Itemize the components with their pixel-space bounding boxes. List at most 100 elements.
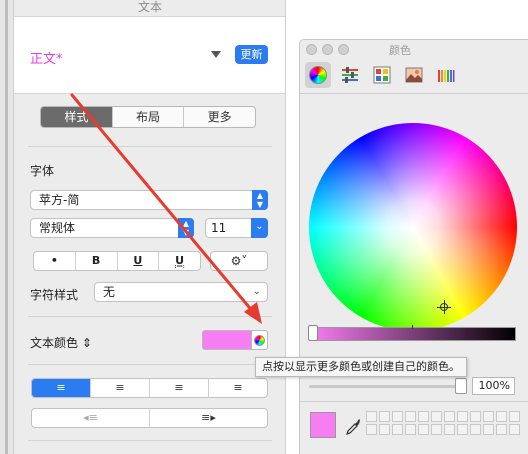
font-typeface-value: 常规体 [39, 221, 76, 235]
align-justify-button[interactable]: ≡ [208, 379, 267, 397]
color-swatches-grid [366, 411, 520, 435]
bullet-button[interactable]: • [34, 252, 75, 270]
char-style-select[interactable]: 无 ⌄ [94, 282, 268, 302]
chevron-down-icon[interactable] [211, 51, 221, 58]
swatch-slot[interactable] [418, 424, 429, 435]
divider [28, 440, 272, 441]
font-family-select[interactable]: 苹方-简 ▲ ▼ [30, 190, 268, 210]
sliders-icon [342, 67, 358, 83]
updown-arrows-icon: ▲ ▼ [178, 218, 194, 238]
opacity-slider[interactable] [309, 385, 465, 388]
tool-color-wheel[interactable] [305, 62, 331, 88]
color-wheel-area [300, 95, 528, 395]
text-format-buttons: • B U U̲ [33, 251, 201, 271]
align-center-button[interactable]: ≡ [90, 379, 149, 397]
divider [28, 316, 272, 317]
font-size-field[interactable]: 11 ⌄ [205, 218, 268, 238]
divider [28, 364, 272, 365]
colors-titlebar[interactable]: 颜色 [300, 40, 528, 58]
swatch-slot[interactable] [392, 424, 403, 435]
color-wheel-button[interactable] [252, 330, 268, 350]
brightness-slider[interactable] [309, 327, 516, 341]
brightness-tick [412, 325, 413, 329]
eyedropper-icon[interactable] [345, 416, 361, 436]
font-size-value: 11 [211, 221, 227, 235]
divider [28, 146, 272, 147]
swatch-slot[interactable] [470, 411, 481, 422]
colors-window: 颜色 100% [299, 39, 528, 454]
colors-window-title: 颜色 [389, 44, 411, 57]
char-style-label: 字符样式 [30, 288, 79, 302]
tool-pencils[interactable] [433, 62, 459, 88]
bold-button[interactable]: B [74, 252, 117, 270]
paragraph-style-area: 正文* 更新 [14, 16, 285, 94]
inspector-tabs: 样式 布局 更多 [40, 106, 256, 128]
tool-palettes[interactable] [369, 62, 395, 88]
swatch-slot[interactable] [379, 411, 390, 422]
indent-buttons: ◂≡ ≡▸ [31, 408, 268, 428]
text-inspector-panel: 文本 正文* 更新 样式 布局 更多 字体 苹方-简 ▲ ▼ 常规体 ▲ ▼ 11 … [14, 0, 286, 454]
char-style-value: 无 [103, 285, 116, 299]
swatch-slot[interactable] [509, 424, 520, 435]
tab-more[interactable]: 更多 [183, 107, 255, 127]
font-family-value: 苹方-简 [39, 193, 80, 207]
current-color-swatch[interactable] [310, 412, 336, 438]
tab-style[interactable]: 样式 [41, 107, 112, 127]
colors-bottom-bar [300, 401, 528, 454]
swatch-slot[interactable] [496, 411, 507, 422]
swatch-slot[interactable] [431, 411, 442, 422]
increase-indent-button[interactable]: ≡▸ [149, 409, 267, 427]
text-color-swatch[interactable] [202, 330, 252, 350]
scrollbar-track[interactable] [5, 0, 8, 454]
opacity-field[interactable]: 100% [472, 377, 515, 395]
swatch-slot[interactable] [392, 411, 403, 422]
image-palettes-icon [405, 67, 423, 83]
window-left-edge [0, 0, 14, 454]
chevron-down-icon: ⌄ [251, 218, 268, 238]
color-wheel-tooltip: 点按以显示更多颜色或创建自己的颜色。 [255, 357, 467, 377]
align-right-button[interactable]: ≡ [149, 379, 208, 397]
brightness-slider-knob[interactable] [308, 325, 318, 341]
updown-arrows-icon: ▲ ▼ [252, 190, 268, 210]
double-underline-button[interactable]: U̲ [158, 252, 200, 270]
swatch-slot[interactable] [418, 411, 429, 422]
gear-icon: ⚙︎˅ [230, 254, 248, 268]
tool-image-palettes[interactable] [401, 62, 427, 88]
swatch-slot[interactable] [470, 424, 481, 435]
swatch-slot[interactable] [405, 424, 416, 435]
swatch-slot[interactable] [444, 411, 455, 422]
underline-button[interactable]: U [116, 252, 159, 270]
swatch-slot[interactable] [483, 424, 494, 435]
crosshair-icon[interactable] [437, 300, 451, 314]
opacity-row: 100% [300, 374, 528, 398]
swatch-slot[interactable] [457, 411, 468, 422]
font-typeface-select[interactable]: 常规体 ▲ ▼ [30, 218, 194, 238]
tab-layout[interactable]: 布局 [111, 107, 184, 127]
update-style-button[interactable]: 更新 [235, 45, 268, 64]
font-section-label: 字体 [30, 164, 55, 178]
tool-sliders[interactable] [337, 62, 363, 88]
inspector-title: 文本 [137, 0, 162, 14]
swatch-slot[interactable] [444, 424, 455, 435]
align-left-button[interactable]: ≡ [32, 379, 90, 397]
opacity-slider-knob[interactable] [455, 378, 467, 394]
swatch-slot[interactable] [366, 424, 377, 435]
decrease-indent-button[interactable]: ◂≡ [32, 409, 149, 427]
colors-toolbar [300, 58, 528, 94]
text-color-label: 文本颜色 ⇕ [30, 336, 92, 350]
swatch-slot[interactable] [366, 411, 377, 422]
pencils-icon [438, 70, 455, 82]
paragraph-style-name[interactable]: 正文* [30, 48, 63, 67]
color-wheel[interactable] [309, 123, 517, 331]
swatch-slot[interactable] [496, 424, 507, 435]
swatch-slot[interactable] [509, 411, 520, 422]
palettes-icon [373, 66, 391, 84]
swatch-slot[interactable] [483, 411, 494, 422]
gear-menu-button[interactable]: ⚙︎˅ [210, 251, 268, 271]
alignment-buttons: ≡ ≡ ≡ ≡ [31, 378, 268, 398]
swatch-slot[interactable] [405, 411, 416, 422]
swatch-slot[interactable] [457, 424, 468, 435]
swatch-slot[interactable] [431, 424, 442, 435]
color-wheel-icon [254, 335, 265, 346]
swatch-slot[interactable] [379, 424, 390, 435]
